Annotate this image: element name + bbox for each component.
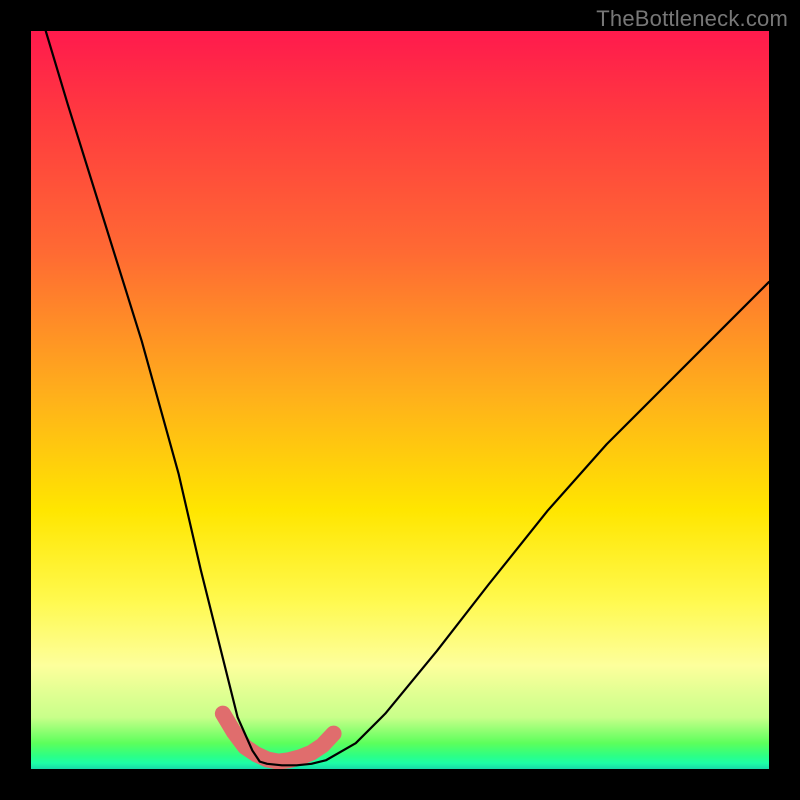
watermark-text: TheBottleneck.com	[596, 6, 788, 32]
bottleneck-curve	[46, 31, 769, 765]
bottleneck-chart	[31, 31, 769, 769]
chart-frame	[31, 31, 769, 769]
